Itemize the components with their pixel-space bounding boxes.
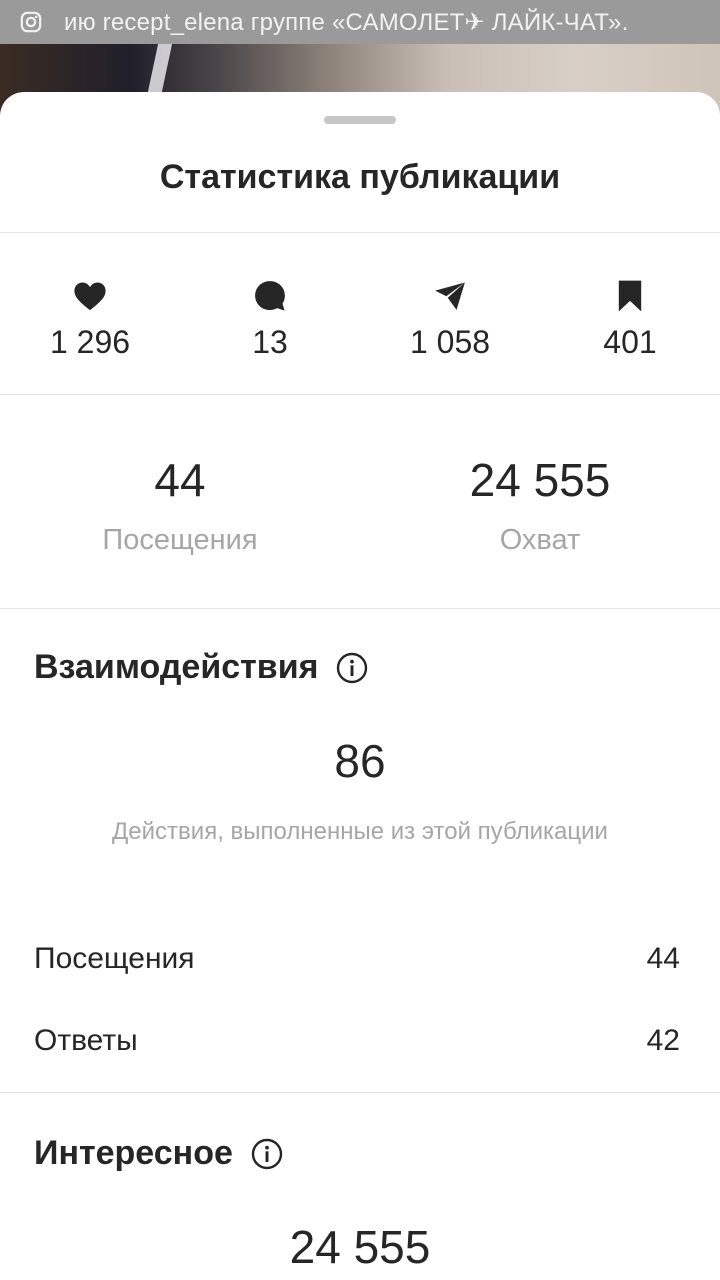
instagram-icon xyxy=(20,11,42,33)
comments-count: 13 xyxy=(252,324,288,360)
interactions-row-visits: Посещения 44 xyxy=(34,942,680,976)
notification-banner[interactable]: ию recept_elena группе «САМОЛЕТ✈ ЛАЙК-ЧА… xyxy=(0,0,720,44)
discovery-header: Интересное xyxy=(34,1134,283,1173)
heart-icon xyxy=(72,278,108,314)
metric-likes: 1 296 xyxy=(0,278,180,361)
interactions-total: 86 xyxy=(334,735,386,787)
reach-stat: 24 555 Охват xyxy=(360,452,720,557)
notification-text: ию recept_elena группе «САМОЛЕТ✈ ЛАЙК-ЧА… xyxy=(64,8,629,36)
sheet-title: Статистика публикации xyxy=(159,158,561,196)
metric-shares: 1 058 xyxy=(360,278,540,361)
post-insights-sheet: Статистика публикации 1 296 13 1 058 401… xyxy=(0,92,720,1280)
metric-comments: 13 xyxy=(180,278,360,361)
shares-count: 1 058 xyxy=(409,324,491,360)
row-value: 42 xyxy=(646,1024,680,1057)
visits-stat: 44 Посещения xyxy=(0,452,360,557)
comment-icon xyxy=(252,278,288,314)
likes-count: 1 296 xyxy=(49,324,131,360)
divider xyxy=(0,608,720,609)
divider xyxy=(0,232,720,233)
interactions-row-replies: Ответы 42 xyxy=(34,1024,680,1058)
info-icon[interactable] xyxy=(336,652,368,684)
saves-count: 401 xyxy=(603,324,657,360)
interactions-header: Взаимодействия xyxy=(34,648,368,687)
reach-value: 24 555 xyxy=(469,454,611,506)
share-icon xyxy=(432,278,468,314)
screen: ию recept_elena группе «САМОЛЕТ✈ ЛАЙК-ЧА… xyxy=(0,0,720,1280)
divider xyxy=(0,394,720,395)
interactions-title: Взаимодействия xyxy=(34,648,319,686)
interactions-description: Действия, выполненные из этой публикации xyxy=(112,818,608,845)
bookmark-icon xyxy=(612,278,648,314)
reach-label: Охват xyxy=(499,524,581,556)
info-icon[interactable] xyxy=(251,1138,283,1170)
metric-saves: 401 xyxy=(540,278,720,361)
drag-handle[interactable] xyxy=(324,116,396,124)
discovery-total: 24 555 xyxy=(289,1221,431,1273)
discovery-title: Интересное xyxy=(34,1134,233,1172)
divider xyxy=(0,1092,720,1093)
row-label: Ответы xyxy=(34,1024,138,1057)
visits-label: Посещения xyxy=(102,524,258,556)
row-label: Посещения xyxy=(34,942,195,975)
visits-value: 44 xyxy=(154,454,206,506)
row-value: 44 xyxy=(646,942,680,975)
